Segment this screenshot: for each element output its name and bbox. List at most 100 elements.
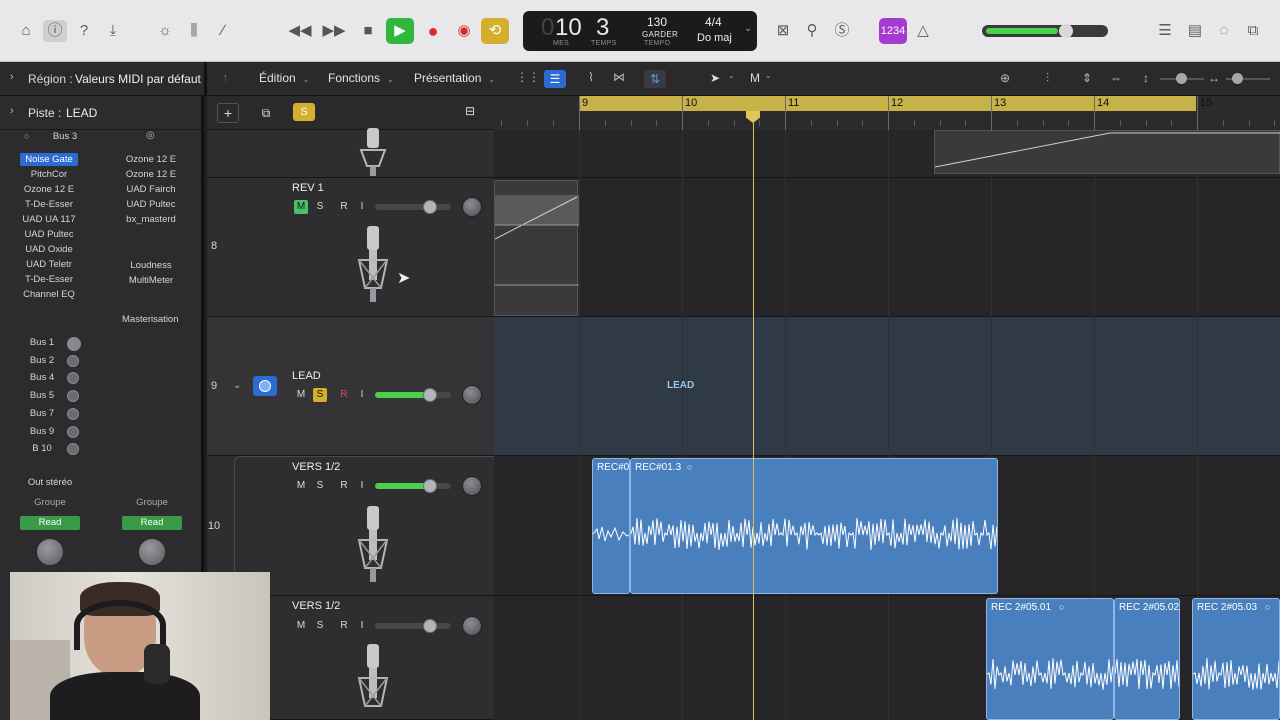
- waveform-zoom-icon[interactable]: ⫶: [1046, 71, 1049, 86]
- send-level-knob[interactable]: [67, 390, 79, 403]
- volume-knob-left[interactable]: [36, 538, 64, 566]
- record-enable-button[interactable]: R: [337, 388, 351, 402]
- track-header[interactable]: 8 REV 1 M S R I ➤: [207, 178, 494, 317]
- send-level-knob[interactable]: [67, 425, 79, 438]
- functions-menu[interactable]: Fonctions ⌄: [328, 71, 394, 85]
- capture-record-button[interactable]: ◉: [450, 18, 478, 44]
- volume-knob-right[interactable]: [138, 538, 166, 566]
- duplicate-track-icon[interactable]: ⧉: [255, 103, 277, 123]
- track-name[interactable]: VERS 1/2: [292, 600, 340, 612]
- lcd-dropdown-icon[interactable]: ⌄: [744, 23, 752, 34]
- volume-fader-thumb[interactable]: [423, 388, 437, 402]
- audio-region[interactable]: REC 2#05.03 ○: [1192, 598, 1280, 720]
- pan-knob[interactable]: [462, 476, 482, 496]
- forward-button[interactable]: ▶▶: [320, 18, 348, 44]
- volume-fader-thumb[interactable]: [423, 619, 437, 633]
- grid-view-icon[interactable]: ⋮⋮: [516, 70, 540, 88]
- input-monitor-button[interactable]: I: [355, 388, 369, 402]
- group-right[interactable]: Groupe: [122, 496, 182, 509]
- chevron-down-icon[interactable]: ⌄: [765, 71, 772, 80]
- send-level-knob[interactable]: [67, 372, 79, 385]
- plugin-slot[interactable]: PitchCor: [20, 168, 78, 181]
- inspector-toggle-icon[interactable]: ⓘ: [43, 20, 67, 42]
- record-enable-button[interactable]: R: [337, 619, 351, 633]
- download-icon[interactable]: ⤓: [101, 20, 125, 42]
- horizontal-zoom-slider[interactable]: [1226, 73, 1270, 84]
- master-volume-slider[interactable]: [982, 24, 1108, 38]
- volume-fader[interactable]: [375, 388, 451, 402]
- send-slot[interactable]: Bus 5: [22, 389, 62, 403]
- plugin-slot[interactable]: Loudness: [122, 259, 180, 272]
- plugin-slot[interactable]: T-De-Esser: [20, 273, 78, 286]
- track-inspector-header[interactable]: › Piste : LEAD: [0, 96, 204, 129]
- track-icon[interactable]: [253, 376, 277, 396]
- plugin-slot[interactable]: Ozone 12 E: [122, 168, 180, 181]
- record-enable-button[interactable]: R: [337, 479, 351, 493]
- stereo-link-icon[interactable]: ◎: [146, 130, 155, 141]
- lcd-display[interactable]: 0 10 3 MES TEMPS 130 GARDER TEMPO 4/4 Do…: [523, 11, 757, 51]
- send-slot[interactable]: Bus 2: [22, 354, 62, 368]
- snap-icon[interactable]: ⊕: [1000, 71, 1010, 85]
- output-slot[interactable]: Out stéréo: [20, 476, 80, 489]
- input-monitor-button[interactable]: I: [355, 479, 369, 493]
- plugin-slot[interactable]: UAD Teletr: [20, 258, 78, 271]
- group-left[interactable]: Groupe: [20, 496, 80, 509]
- flex-icon[interactable]: ⋈: [608, 70, 630, 88]
- edit-menu[interactable]: Édition ⌄: [259, 71, 309, 85]
- send-slot[interactable]: Bus 1: [22, 336, 62, 350]
- mute-button[interactable]: M: [294, 388, 308, 402]
- catch-playhead-icon[interactable]: ⇅: [644, 70, 666, 88]
- plugin-slot[interactable]: Ozone 12 E: [122, 153, 180, 166]
- vertical-zoom-slider[interactable]: [1160, 73, 1204, 84]
- pan-knob[interactable]: [462, 197, 482, 217]
- low-latency-icon[interactable]: ⊠: [771, 20, 795, 42]
- plugin-slot[interactable]: [122, 228, 180, 241]
- mixer-icon[interactable]: ⫼: [182, 20, 206, 42]
- ruler[interactable]: 9 10 11 12 13 14 15: [494, 96, 1280, 130]
- plugin-slot[interactable]: UAD UA 117: [20, 213, 78, 226]
- send-level-knob[interactable]: [67, 407, 79, 420]
- volume-fader[interactable]: [375, 619, 451, 633]
- track-header-partial[interactable]: [207, 128, 494, 178]
- volume-fader[interactable]: [375, 200, 451, 214]
- library-icon[interactable]: ⌂: [14, 20, 38, 42]
- plugin-slot[interactable]: T-De-Esser: [20, 198, 78, 211]
- fit-horizontal-icon[interactable]: ⇔: [1110, 71, 1122, 85]
- automation-mode-right[interactable]: Read: [122, 516, 182, 530]
- hide-tracks-icon[interactable]: ⊟: [459, 104, 481, 122]
- plugin-slot[interactable]: UAD Pultec: [20, 228, 78, 241]
- track-header-selected[interactable]: 9 ⌄ LEAD M S R I: [207, 317, 494, 456]
- rewind-button[interactable]: ◀◀: [286, 18, 314, 44]
- solo-button[interactable]: S: [313, 619, 327, 633]
- solo-mode-icon[interactable]: Ⓢ: [830, 20, 854, 42]
- volume-fader-thumb[interactable]: [423, 479, 437, 493]
- pointer-tool-icon[interactable]: ➤: [710, 71, 720, 85]
- track-name[interactable]: LEAD: [292, 370, 321, 382]
- send-slot[interactable]: Bus 9: [22, 425, 62, 439]
- cycle-button[interactable]: ⟲: [481, 18, 509, 44]
- count-in-button[interactable]: 1234: [879, 18, 907, 44]
- secondary-tool[interactable]: M: [750, 71, 760, 85]
- mute-button[interactable]: M: [294, 619, 308, 633]
- reverb-region[interactable]: [494, 180, 579, 316]
- plugin-slot[interactable]: Channel EQ: [20, 288, 78, 301]
- region-disclosure-icon[interactable]: ›: [10, 71, 14, 83]
- automation-mode-left[interactable]: Read: [20, 516, 80, 530]
- plugin-slot[interactable]: UAD Fairch: [122, 183, 180, 196]
- smart-controls-icon[interactable]: ☼: [153, 20, 177, 42]
- stop-button[interactable]: ■: [354, 18, 382, 44]
- master-volume-thumb[interactable]: [1059, 24, 1073, 38]
- volume-fader[interactable]: [375, 479, 451, 493]
- audio-region[interactable]: REC 2#05.01 ○: [986, 598, 1114, 720]
- input-monitor-button[interactable]: I: [355, 619, 369, 633]
- track-name[interactable]: REV 1: [292, 182, 324, 194]
- send-level-knob[interactable]: [67, 337, 81, 351]
- vertical-zoom-thumb[interactable]: [1176, 73, 1187, 84]
- send-slot[interactable]: Bus 4: [22, 371, 62, 385]
- automation-icon[interactable]: ⌇: [580, 70, 602, 88]
- plugin-slot[interactable]: UAD Oxide: [20, 243, 78, 256]
- audio-region[interactable]: REC#01.3 ○: [630, 458, 998, 594]
- volume-fader-thumb[interactable]: [423, 200, 437, 214]
- chevron-down-icon[interactable]: ⌄: [728, 71, 735, 80]
- metronome-icon[interactable]: △: [911, 20, 935, 42]
